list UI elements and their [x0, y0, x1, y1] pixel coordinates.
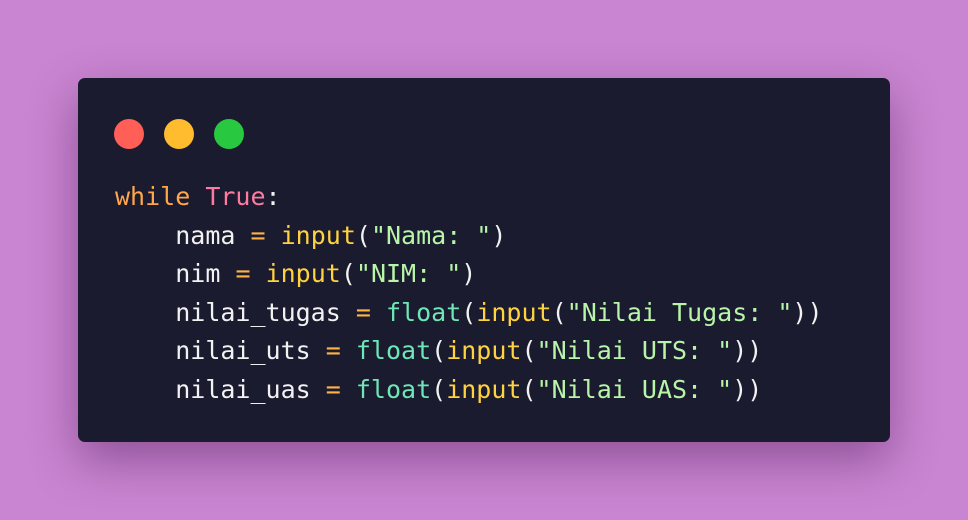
code-line-6: nilai_uas = float(input("Nilai UAS: ")): [115, 371, 823, 410]
open-paren: (: [521, 374, 537, 404]
function-float: float: [355, 336, 432, 365]
string-literal: "NIM: ": [355, 259, 462, 288]
code-line-3: nim = input("NIM: "): [115, 255, 823, 294]
code-line-1: while True:: [115, 178, 823, 217]
variable-nilai-uas: nilai_uas: [175, 374, 311, 404]
string-literal: "Nama: ": [370, 220, 492, 250]
close-paren: )): [732, 336, 763, 365]
function-input: input: [476, 297, 552, 327]
open-paren: (: [431, 374, 447, 404]
close-paren: ): [461, 259, 477, 288]
string-literal: "Nilai UTS: ": [536, 336, 733, 365]
open-paren: (: [461, 297, 477, 327]
function-float: float: [385, 297, 462, 327]
open-paren: (: [355, 220, 371, 250]
colon: :: [265, 182, 281, 211]
variable-nilai-uts: nilai_uts: [175, 336, 311, 365]
assign-operator: =: [325, 336, 341, 365]
code-line-5: nilai_uts = float(input("Nilai UTS: ")): [115, 332, 823, 371]
code-window: while True: nama = input("Nama: ") nim =…: [78, 78, 890, 442]
close-paren: )): [732, 374, 763, 404]
function-input: input: [446, 336, 522, 365]
string-literal: "Nilai Tugas: ": [566, 297, 793, 327]
open-paren: (: [431, 336, 447, 365]
close-dot-icon[interactable]: [114, 119, 144, 149]
function-float: float: [355, 374, 432, 404]
open-paren: (: [551, 297, 567, 327]
assign-operator: =: [325, 374, 341, 404]
close-paren: ): [491, 220, 507, 250]
minimize-dot-icon[interactable]: [164, 119, 194, 149]
maximize-dot-icon[interactable]: [214, 119, 244, 149]
code-line-2: nama = input("Nama: "): [115, 217, 823, 256]
function-input: input: [446, 374, 522, 404]
constant-true: True: [205, 182, 266, 211]
keyword-while: while: [115, 182, 191, 211]
assign-operator: =: [235, 259, 251, 288]
window-controls: [114, 119, 244, 149]
open-paren: (: [340, 259, 356, 288]
close-paren: )): [792, 297, 823, 327]
function-input: input: [265, 259, 341, 288]
code-line-4: nilai_tugas = float(input("Nilai Tugas: …: [115, 294, 823, 333]
string-literal: "Nilai UAS: ": [536, 374, 733, 404]
assign-operator: =: [250, 220, 266, 250]
variable-nim: nim: [175, 259, 221, 288]
open-paren: (: [521, 336, 537, 365]
variable-nama: nama: [175, 220, 236, 250]
variable-nilai-tugas: nilai_tugas: [175, 297, 341, 327]
code-block: while True: nama = input("Nama: ") nim =…: [115, 178, 823, 409]
function-input: input: [280, 220, 356, 250]
assign-operator: =: [355, 297, 371, 327]
